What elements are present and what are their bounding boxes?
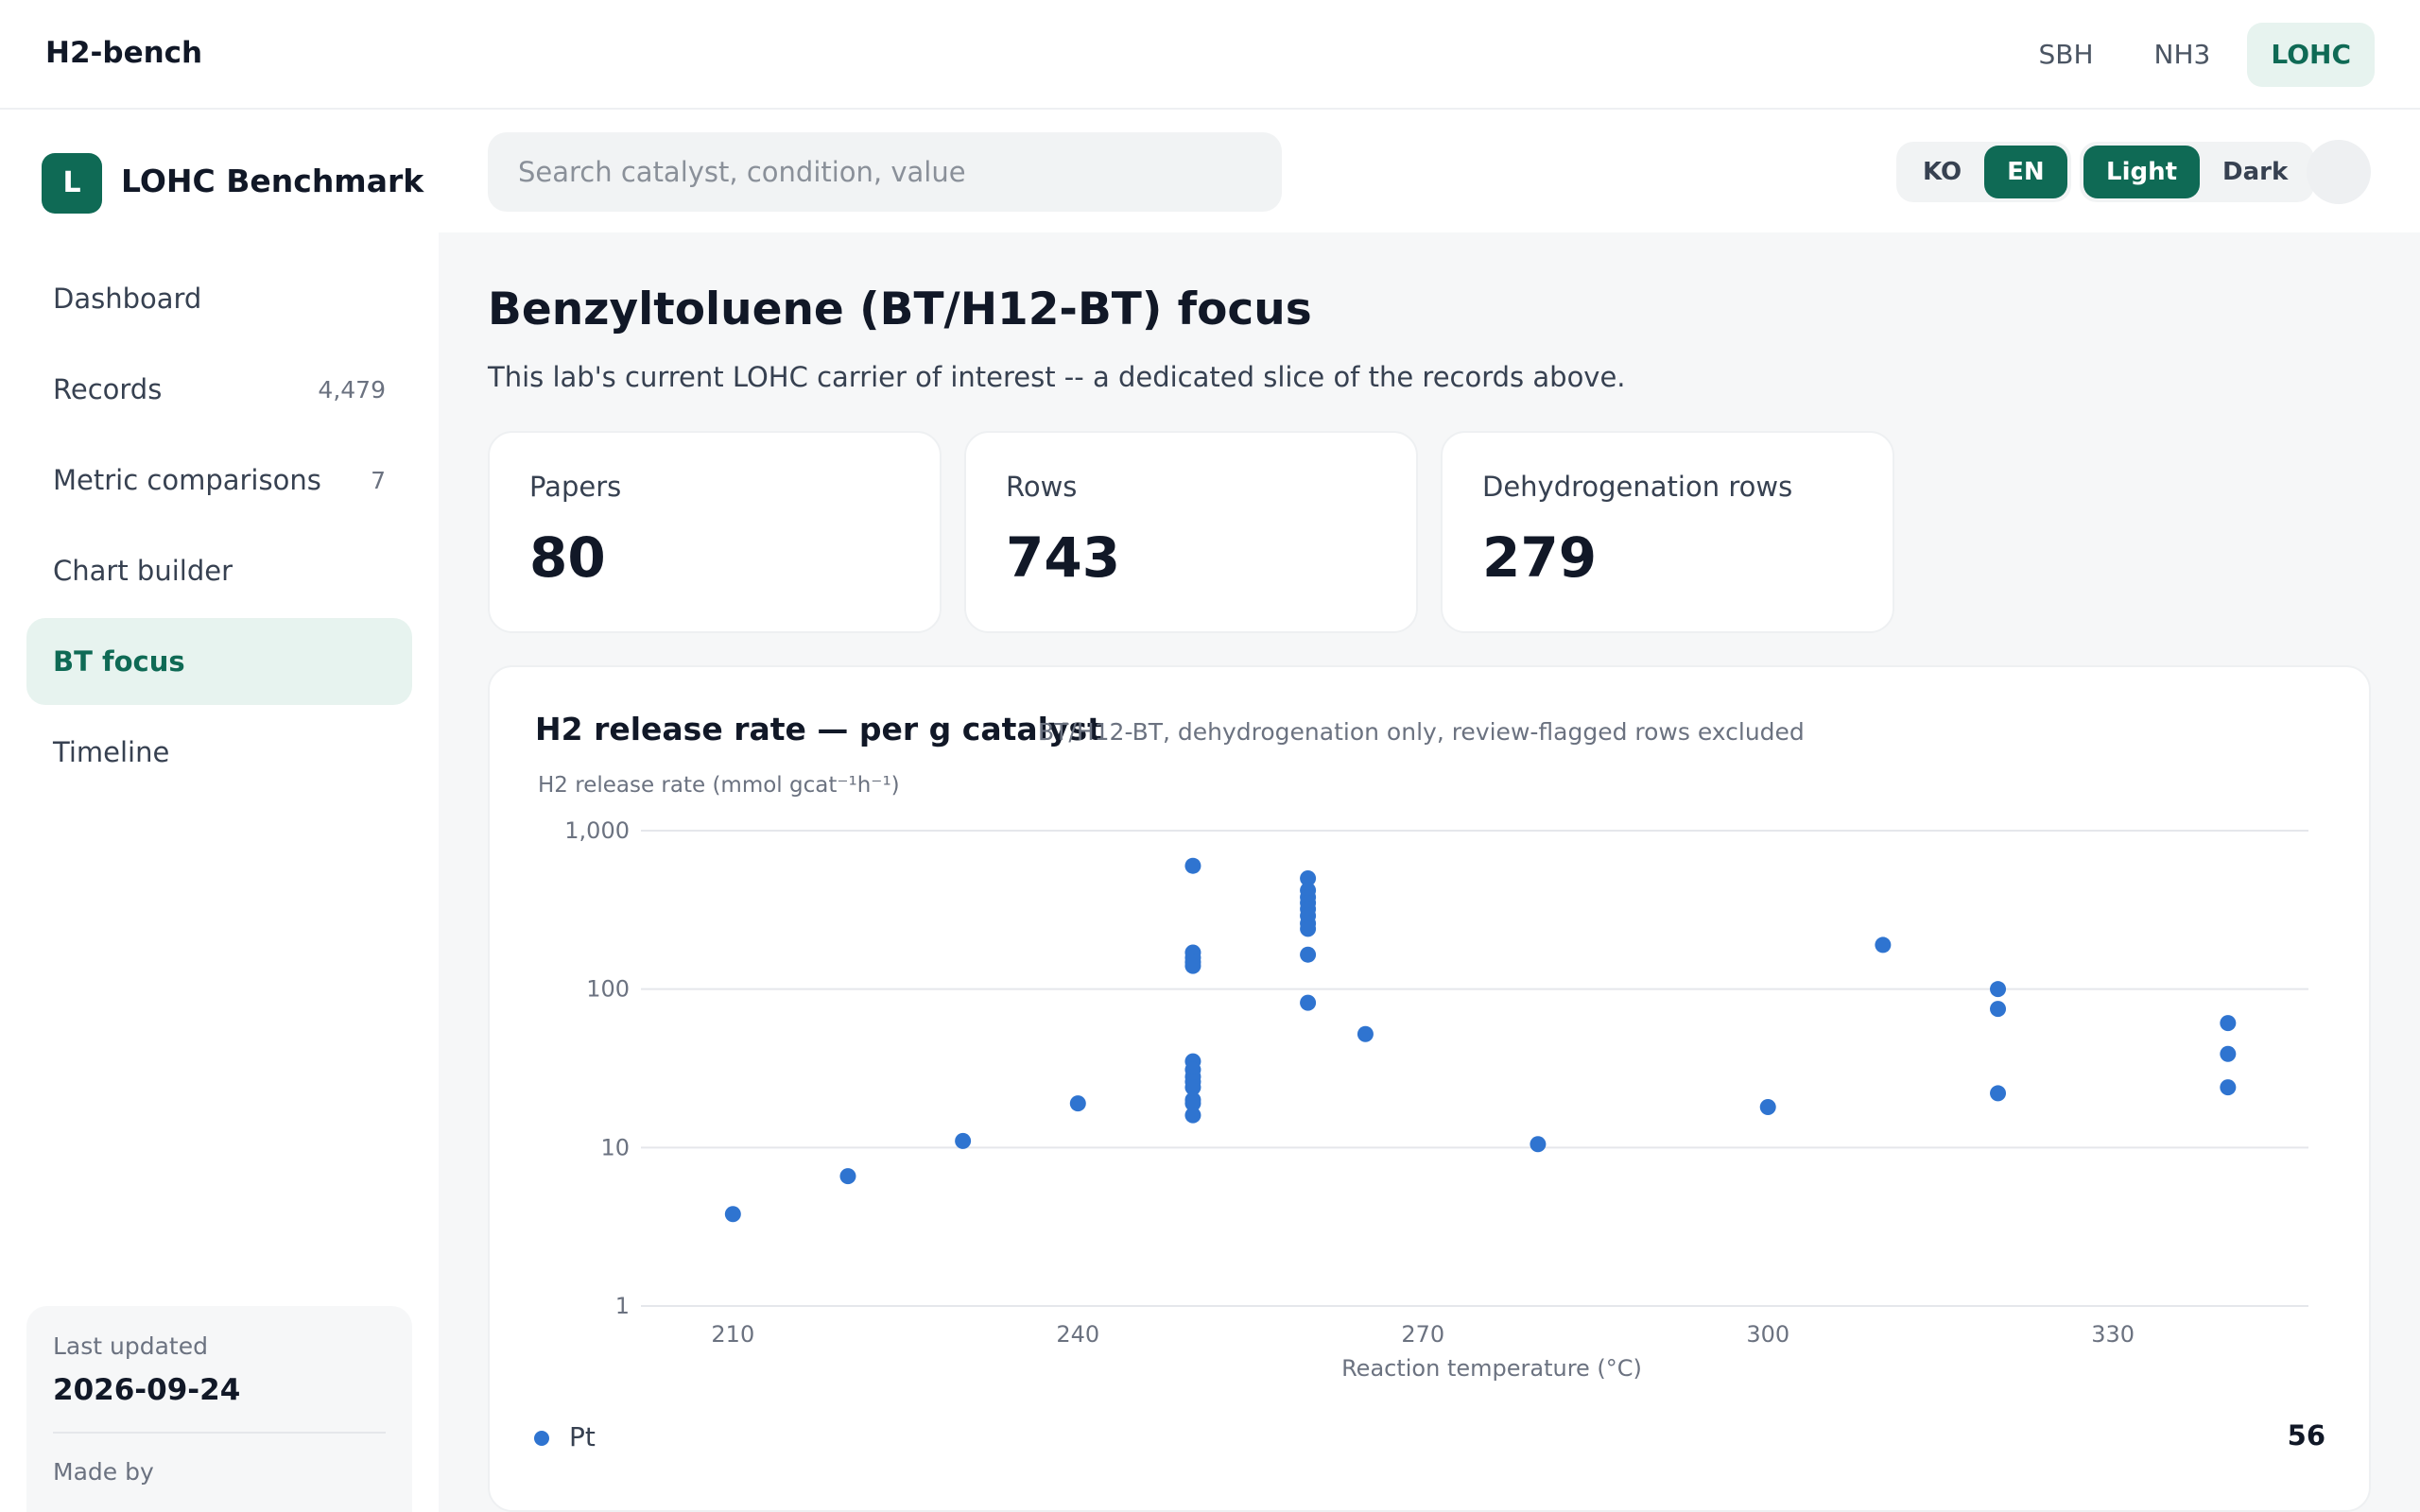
sidebar-item-label: Chart builder: [53, 555, 233, 587]
sidebar-item-timeline[interactable]: Timeline: [26, 709, 412, 796]
data-point: [2220, 1015, 2237, 1032]
sidebar-item-bt-focus[interactable]: BT focus: [26, 618, 412, 705]
data-point: [1184, 957, 1201, 974]
lang-en-button[interactable]: EN: [1984, 146, 2067, 198]
sidebar-item-dashboard[interactable]: Dashboard: [26, 255, 412, 342]
language-toggle: KO EN: [1896, 142, 2071, 202]
data-point: [2220, 1079, 2237, 1096]
data-point: [1759, 1099, 1776, 1116]
sidebar-item-label: BT focus: [53, 645, 185, 678]
lang-ko-button[interactable]: KO: [1900, 146, 1984, 198]
y-tick-label: 10: [600, 1134, 630, 1160]
chart-card: H2 release rate — per g catalyst BT/H12-…: [488, 665, 2371, 1512]
stat-label: Dehydrogenation rows: [1482, 471, 1793, 503]
x-tick-label: 210: [711, 1321, 754, 1348]
data-point: [1184, 857, 1201, 874]
stat-card-papers: Papers 80: [488, 431, 942, 633]
stat-value: 80: [529, 525, 606, 590]
tab-nh3[interactable]: NH3: [2131, 23, 2235, 87]
last-updated-label: Last updated: [53, 1332, 208, 1360]
data-point: [1990, 1085, 2007, 1102]
sidebar-item-metric-comparisons[interactable]: Metric comparisons 7: [26, 437, 412, 524]
y-axis-label: H2 release rate (mmol gcat⁻¹h⁻¹): [538, 773, 900, 798]
page-title: Benzyltoluene (BT/H12-BT) focus: [488, 284, 1312, 335]
domain-tabs: SBH NH3 LOHC: [2014, 23, 2375, 87]
x-axis-label: Reaction temperature (°C): [1341, 1355, 1642, 1382]
theme-toggle: Light Dark: [2080, 142, 2315, 202]
logo-badge: L: [42, 153, 102, 214]
stat-card-rows: Rows 743: [964, 431, 1418, 633]
avatar[interactable]: [2307, 140, 2371, 204]
sidebar-item-chart-builder[interactable]: Chart builder: [26, 527, 412, 614]
data-point: [1990, 1001, 2007, 1018]
x-tick-label: 300: [1746, 1321, 1789, 1348]
last-updated-value: 2026-09-24: [53, 1373, 241, 1407]
stat-value: 279: [1482, 525, 1598, 590]
x-tick-label: 240: [1056, 1321, 1099, 1348]
sidebar-item-label: Records: [53, 373, 163, 405]
x-tick-label: 330: [2091, 1321, 2135, 1348]
data-point: [1990, 981, 2007, 998]
data-point: [1357, 1025, 1374, 1042]
legend-marker-pt: [534, 1431, 549, 1446]
scatter-chart: 1 10 100 1,000 210 240 270 300 330 H2 release rat…: [538, 773, 2308, 1382]
search-input[interactable]: [488, 132, 1282, 212]
data-point: [2220, 1045, 2237, 1062]
data-point: [1184, 1107, 1201, 1124]
legend-label-pt[interactable]: Pt: [569, 1421, 596, 1452]
stat-card-dehydrogenation-rows: Dehydrogenation rows 279: [1441, 431, 1894, 633]
tab-lohc[interactable]: LOHC: [2247, 23, 2375, 87]
data-point: [955, 1132, 972, 1149]
app-brand[interactable]: H2-bench: [45, 36, 202, 70]
stat-label: Rows: [1006, 471, 1078, 503]
data-point: [1875, 936, 1892, 954]
data-point: [1300, 994, 1317, 1011]
made-by-label: Made by: [53, 1458, 154, 1486]
sidebar-footer: Last updated 2026-09-24 Made by: [26, 1306, 412, 1512]
theme-dark-button[interactable]: Dark: [2200, 146, 2310, 198]
legend-count: 56: [2287, 1419, 2325, 1452]
tab-sbh[interactable]: SBH: [2014, 23, 2117, 87]
data-point: [1530, 1136, 1547, 1153]
sidebar-title: LOHC Benchmark: [121, 163, 424, 199]
sidebar-item-label: Metric comparisons: [53, 464, 321, 496]
sidebar-nav: Dashboard Records 4,479 Metric compariso…: [26, 255, 412, 799]
data-point: [839, 1168, 856, 1185]
data-point: [1069, 1095, 1086, 1112]
y-tick-label: 100: [586, 976, 630, 1003]
stat-label: Papers: [529, 471, 622, 503]
theme-light-button[interactable]: Light: [2083, 146, 2201, 198]
stat-value: 743: [1006, 525, 1121, 590]
sidebar-item-records[interactable]: Records 4,479: [26, 346, 412, 433]
data-point: [724, 1206, 741, 1223]
sidebar-item-label: Timeline: [53, 736, 170, 768]
top-bar: H2-bench SBH NH3 LOHC: [0, 0, 2420, 110]
x-tick-label: 270: [1401, 1321, 1444, 1348]
page-subtitle: This lab's current LOHC carrier of inter…: [488, 361, 1626, 393]
footer-divider: [53, 1432, 386, 1434]
data-point: [1300, 946, 1317, 963]
data-point: [1300, 920, 1317, 937]
sidebar-item-count: 4,479: [318, 375, 386, 404]
y-tick-label: 1: [615, 1293, 630, 1319]
sidebar: L LOHC Benchmark Dashboard Records 4,479…: [0, 112, 439, 1512]
sidebar-item-count: 7: [371, 466, 386, 494]
sidebar-item-label: Dashboard: [53, 283, 202, 315]
y-tick-label: 1,000: [564, 817, 630, 844]
